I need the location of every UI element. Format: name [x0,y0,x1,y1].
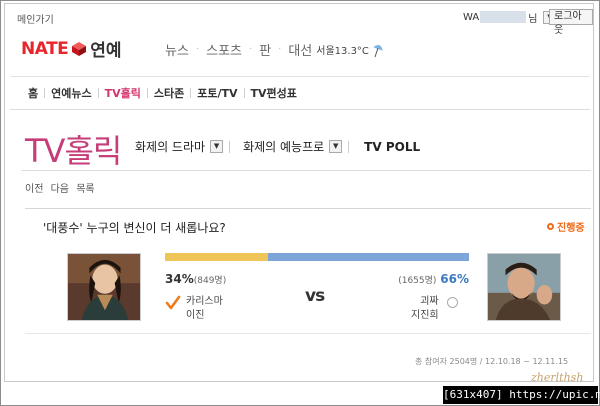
image-caption: [631x407] https://upic.me/ [443,386,600,404]
umbrella-icon [373,44,383,57]
choice-left[interactable]: 카리스마 이진 [165,295,223,323]
gnb-separator: · [249,44,253,55]
section-subnav: 홈 연예뉴스 TV홀릭 스타존 포토/TV TV편성표 [10,76,590,110]
list-link[interactable]: 목록 [76,184,94,195]
title-divider [21,170,591,171]
candidate-left-photo[interactable] [67,253,141,321]
tab-hot-variety-label: 화제의 예능프로 [243,140,325,154]
site-logo[interactable]: NATE 연예 [21,36,122,62]
choice-right-labels: 괴짜 지진희 [411,295,439,323]
gnb-item-news[interactable]: 뉴스 [165,40,189,59]
candidate-right-photo[interactable] [487,253,561,321]
tab-divider [348,140,362,153]
weather-info[interactable]: 서울13.3°C [316,42,369,57]
right-result: (1655명) 66% [393,272,469,286]
tab-hot-drama[interactable]: 화제의 드라마 ▼ [135,138,224,155]
tab-divider [229,140,243,153]
vote-ratio-bar [165,253,469,261]
subnav-item-home[interactable]: 홈 [28,85,44,101]
vote-bar-left [165,253,269,261]
gnb-item-sports[interactable]: 스포츠 [206,40,242,59]
check-icon [165,295,181,310]
gnb-separator: · [278,44,282,55]
gnb-item-election[interactable]: 대선 [288,40,312,59]
watermark: zherlthsh [531,371,584,382]
page: 메인가기 WA 님 ▼ 로그아웃 NATE 연예 뉴스 · 스포츠 · 판 · … [4,3,594,382]
gnb-separator: · [195,44,200,55]
poll-card: '대풍수' 누구의 변신이 더 새롭나요? 진행중 34%(849명) (165… [25,208,591,382]
subnav-item-star-zone[interactable]: 스타존 [148,85,190,101]
user-name-suffix: 님 [528,13,538,25]
section-tabs: 화제의 드라마 ▼ 화제의 예능프로 ▼ TV POLL [135,138,420,155]
choice-right-line2: 지진희 [411,310,439,321]
user-name-prefix: WA [463,11,480,23]
choice-right-line1: 괴짜 [420,296,439,307]
poll-status: 진행중 [547,219,585,234]
right-count: (1655명) [398,276,437,286]
poll-footer-divider [25,333,591,334]
subnav-item-tv-holic[interactable]: TV홀릭 [99,85,147,101]
nate-cube-icon [72,41,87,56]
subnav-item-entertainment-news[interactable]: 연예뉴스 [45,85,97,101]
poll-summary: 총 참여자 2504명 / 12.10.18 ~ 12.11.15 [415,357,569,366]
gnb-item-pann[interactable]: 판 [259,40,271,59]
poll-status-label: 진행중 [557,223,585,234]
user-menu[interactable]: WA 님 ▼ [463,9,557,25]
vote-bar-right [268,253,469,261]
tab-hot-drama-label: 화제의 드라마 [135,140,206,154]
left-count: (849명) [193,276,227,286]
page-title: TV홀릭 [25,132,122,170]
pager: 이전 다음 목록 [25,180,99,195]
choice-right[interactable]: 괴짜 지진희 [411,295,458,323]
left-result: 34%(849명) [165,272,226,286]
masked-user-name [480,11,527,23]
left-percent: 34% [165,272,194,286]
radio-icon[interactable] [446,297,458,308]
global-nav: 뉴스 · 스포츠 · 판 · 대선 서울13.3°C [165,40,385,59]
vs-label: vs [305,286,325,306]
ring-icon [547,223,554,230]
logo-brand: NATE [21,38,69,59]
subnav-item-photo-tv[interactable]: 포토/TV [191,85,243,101]
choice-left-line2: 이진 [186,310,205,321]
choice-left-labels: 카리스마 이진 [186,295,223,323]
prev-link[interactable]: 이전 [25,184,43,195]
main-page-link[interactable]: 메인가기 [17,11,54,26]
next-link[interactable]: 다음 [51,184,69,195]
subnav-item-tv-schedule[interactable]: TV편성표 [245,85,303,101]
logout-button[interactable]: 로그아웃 [549,9,593,36]
tab-hot-variety[interactable]: 화제의 예능프로 ▼ [243,138,343,155]
tab-tv-poll[interactable]: TV POLL [364,140,420,154]
right-percent: 66% [440,272,469,286]
poll-question: '대풍수' 누구의 변신이 더 새롭나요? [43,221,226,235]
chevron-down-icon[interactable]: ▼ [329,140,343,153]
logo-section-name: 연예 [90,41,122,61]
choice-left-line1: 카리스마 [186,296,223,307]
chevron-down-icon[interactable]: ▼ [210,140,224,153]
